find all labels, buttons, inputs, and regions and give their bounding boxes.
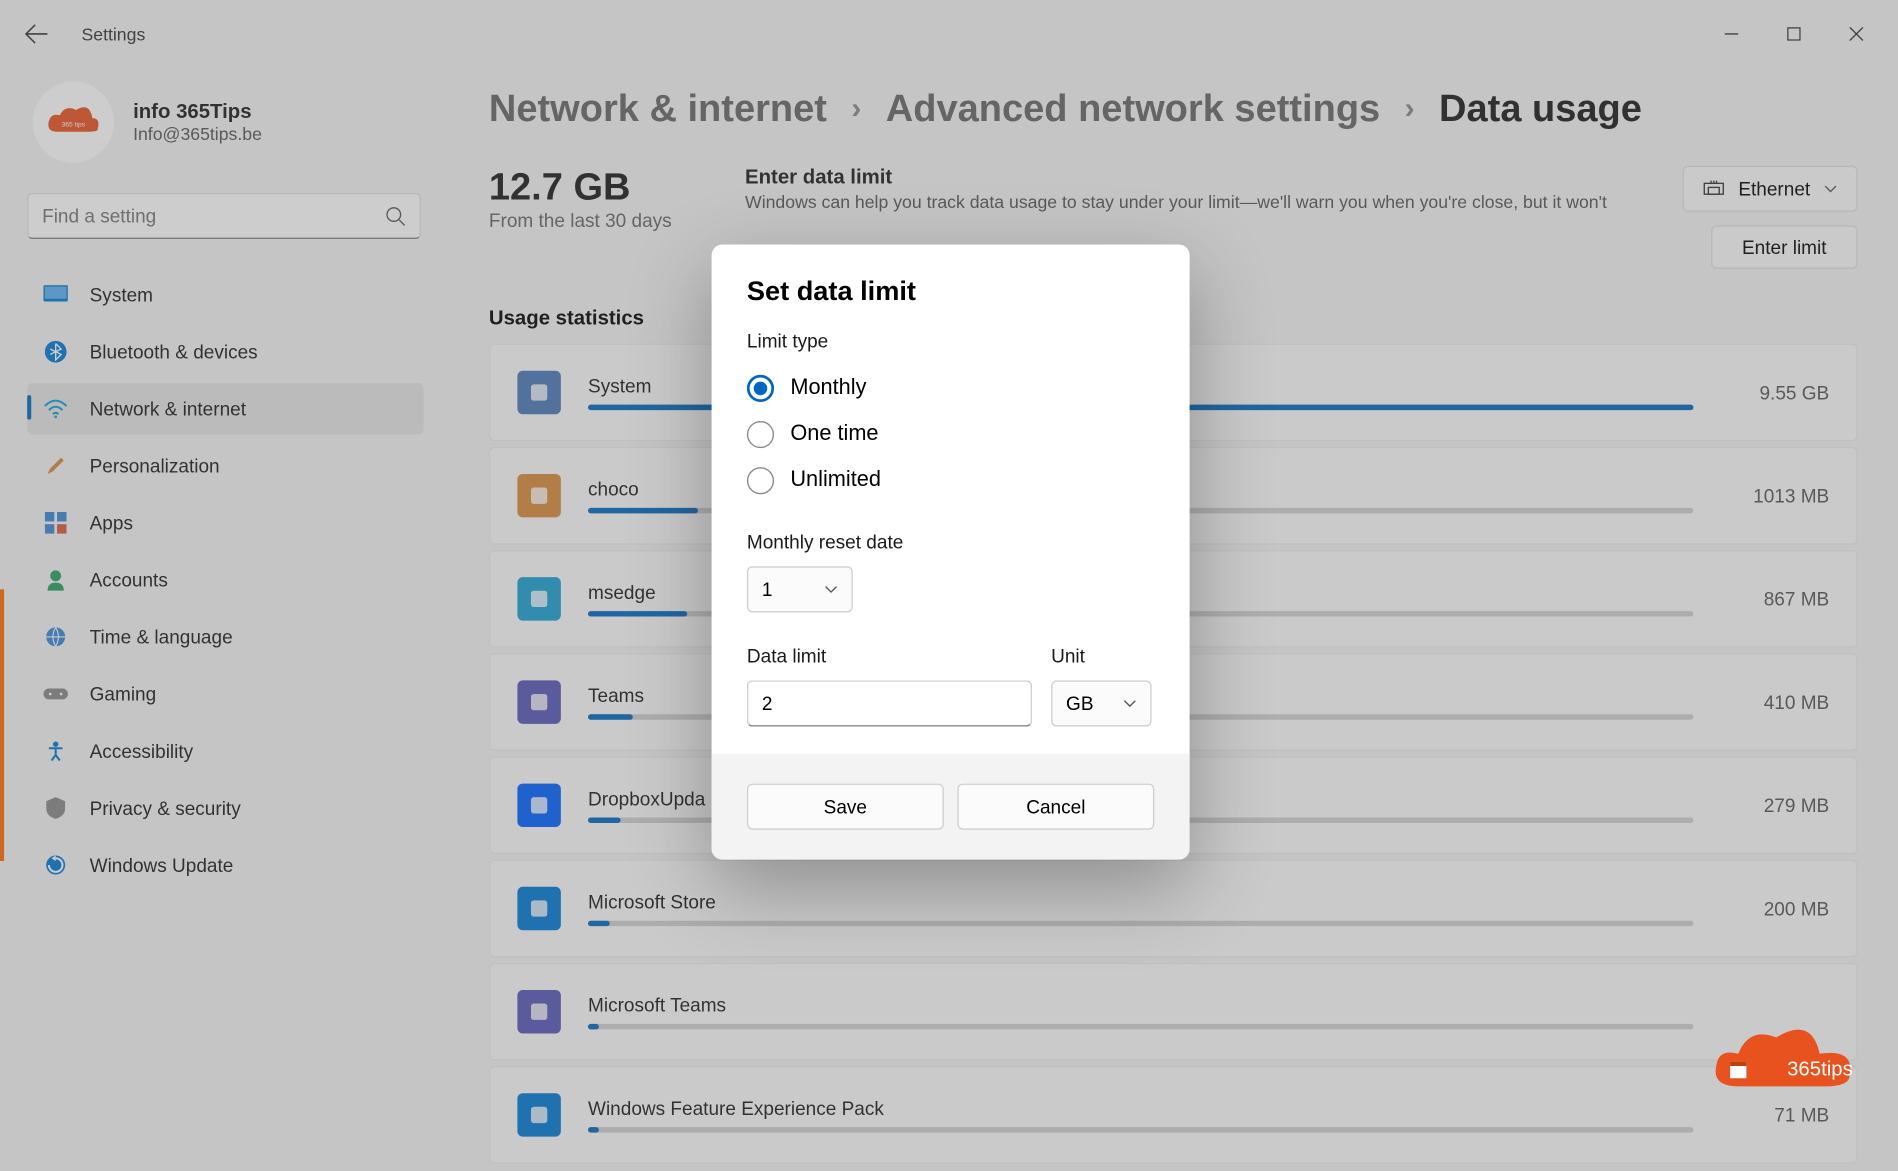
usage-bar bbox=[588, 1024, 1693, 1029]
sidebar-item-bluetooth[interactable]: Bluetooth & devices bbox=[27, 326, 424, 378]
connection-label: Ethernet bbox=[1738, 178, 1810, 200]
sidebar-item-privacy[interactable]: Privacy & security bbox=[27, 782, 424, 834]
radio-icon bbox=[747, 375, 774, 402]
app-size: 279 MB bbox=[1721, 794, 1830, 816]
shield-icon bbox=[43, 796, 67, 820]
wifi-icon bbox=[43, 397, 67, 421]
chevron-down-icon bbox=[1123, 697, 1137, 711]
minimize-button[interactable] bbox=[1700, 12, 1762, 55]
sidebar-item-network[interactable]: Network & internet bbox=[27, 383, 424, 435]
data-limit-input[interactable] bbox=[747, 680, 1032, 726]
total-usage: 12.7 GB bbox=[489, 166, 672, 209]
limit-description: Windows can help you track data usage to… bbox=[745, 191, 1609, 211]
svg-text:365 tips: 365 tips bbox=[61, 121, 85, 128]
sidebar-item-personalization[interactable]: Personalization bbox=[27, 440, 424, 492]
app-name: Windows Feature Experience Pack bbox=[588, 1097, 1693, 1119]
person-icon bbox=[43, 568, 67, 592]
sidebar-item-update[interactable]: Windows Update bbox=[27, 839, 424, 891]
svg-text:365tips: 365tips bbox=[1787, 1059, 1853, 1081]
monitor-icon bbox=[43, 282, 67, 306]
app-icon bbox=[517, 371, 560, 414]
chevron-down-icon bbox=[1824, 182, 1838, 196]
maximize-button[interactable] bbox=[1763, 12, 1825, 55]
app-icon bbox=[517, 577, 560, 620]
usage-period: From the last 30 days bbox=[489, 209, 672, 231]
radio-unlimited[interactable]: Unlimited bbox=[747, 458, 1154, 504]
chevron-down-icon bbox=[824, 583, 838, 597]
app-size: 200 MB bbox=[1721, 898, 1830, 920]
accessibility-icon bbox=[43, 739, 67, 763]
apps-icon bbox=[43, 511, 67, 535]
search-icon bbox=[384, 205, 406, 227]
usage-bar bbox=[588, 921, 1693, 926]
breadcrumb-advanced[interactable]: Advanced network settings bbox=[886, 87, 1380, 130]
brand-logo: 365tips bbox=[1708, 1019, 1857, 1107]
profile-block[interactable]: 365 tips info 365Tips Info@365tips.be bbox=[33, 81, 424, 162]
app-name: Microsoft Store bbox=[588, 891, 1693, 913]
unit-label: Unit bbox=[1051, 645, 1151, 667]
sidebar-item-apps[interactable]: Apps bbox=[27, 497, 424, 549]
app-name: Microsoft Teams bbox=[588, 994, 1693, 1016]
app-size: 410 MB bbox=[1721, 691, 1830, 713]
back-icon[interactable] bbox=[24, 22, 48, 46]
connection-dropdown[interactable]: Ethernet bbox=[1683, 166, 1858, 212]
sidebar-item-system[interactable]: System bbox=[27, 269, 424, 321]
radio-icon bbox=[747, 467, 774, 494]
app-icon bbox=[517, 784, 560, 827]
app-row[interactable]: Microsoft Teams bbox=[489, 963, 1858, 1061]
radio-onetime[interactable]: One time bbox=[747, 411, 1154, 457]
set-data-limit-dialog: Set data limit Limit type Monthly One ti… bbox=[712, 244, 1190, 859]
usage-bar bbox=[588, 1127, 1693, 1132]
app-icon bbox=[517, 1093, 560, 1136]
app-row[interactable]: Windows Feature Experience Pack 71 MB bbox=[489, 1066, 1858, 1164]
app-size: 1013 MB bbox=[1721, 485, 1830, 507]
chevron-right-icon: › bbox=[1405, 91, 1415, 126]
sidebar-item-accounts[interactable]: Accounts bbox=[27, 554, 424, 606]
reset-date-label: Monthly reset date bbox=[747, 531, 1154, 553]
app-row[interactable]: Microsoft Store 200 MB bbox=[489, 860, 1858, 958]
bluetooth-icon bbox=[43, 340, 67, 364]
ethernet-icon bbox=[1703, 179, 1725, 198]
breadcrumb: Network & internet › Advanced network se… bbox=[489, 87, 1858, 130]
sidebar-item-gaming[interactable]: Gaming bbox=[27, 668, 424, 720]
globe-icon bbox=[43, 625, 67, 649]
app-icon bbox=[517, 887, 560, 930]
avatar: 365 tips bbox=[33, 81, 114, 162]
titlebar: Settings bbox=[0, 0, 1898, 68]
sidebar-item-accessibility[interactable]: Accessibility bbox=[27, 725, 424, 777]
app-size: 71 MB bbox=[1721, 1104, 1830, 1126]
profile-name: info 365Tips bbox=[133, 100, 262, 123]
update-icon bbox=[43, 853, 67, 877]
save-button[interactable]: Save bbox=[747, 784, 944, 830]
nav-list: System Bluetooth & devices Network & int… bbox=[27, 269, 424, 891]
app-icon bbox=[517, 680, 560, 723]
profile-email: Info@365tips.be bbox=[133, 124, 262, 144]
page-title: Data usage bbox=[1439, 87, 1642, 130]
sidebar-item-time[interactable]: Time & language bbox=[27, 611, 424, 663]
search-box[interactable] bbox=[27, 193, 421, 239]
search-input[interactable] bbox=[42, 205, 384, 227]
dialog-title: Set data limit bbox=[747, 277, 1154, 308]
brush-icon bbox=[43, 454, 67, 478]
cancel-button[interactable]: Cancel bbox=[957, 784, 1154, 830]
limit-type-label: Limit type bbox=[747, 330, 1154, 352]
accent-bar bbox=[0, 589, 4, 861]
radio-icon bbox=[747, 421, 774, 448]
breadcrumb-network[interactable]: Network & internet bbox=[489, 87, 827, 130]
enter-limit-button[interactable]: Enter limit bbox=[1711, 225, 1858, 268]
app-size: 9.55 GB bbox=[1721, 382, 1830, 404]
radio-monthly[interactable]: Monthly bbox=[747, 365, 1154, 411]
sidebar: 365 tips info 365Tips Info@365tips.be Sy… bbox=[0, 68, 435, 1171]
window-title: Settings bbox=[81, 24, 145, 44]
app-icon bbox=[517, 474, 560, 517]
chevron-right-icon: › bbox=[851, 91, 861, 126]
close-button[interactable] bbox=[1825, 12, 1887, 55]
app-size: 867 MB bbox=[1721, 588, 1830, 610]
reset-date-select[interactable]: 1 bbox=[747, 566, 853, 612]
app-icon bbox=[517, 990, 560, 1033]
unit-select[interactable]: GB bbox=[1051, 680, 1151, 726]
limit-heading: Enter data limit bbox=[745, 166, 1609, 189]
data-limit-label: Data limit bbox=[747, 645, 1032, 667]
gamepad-icon bbox=[43, 682, 67, 706]
